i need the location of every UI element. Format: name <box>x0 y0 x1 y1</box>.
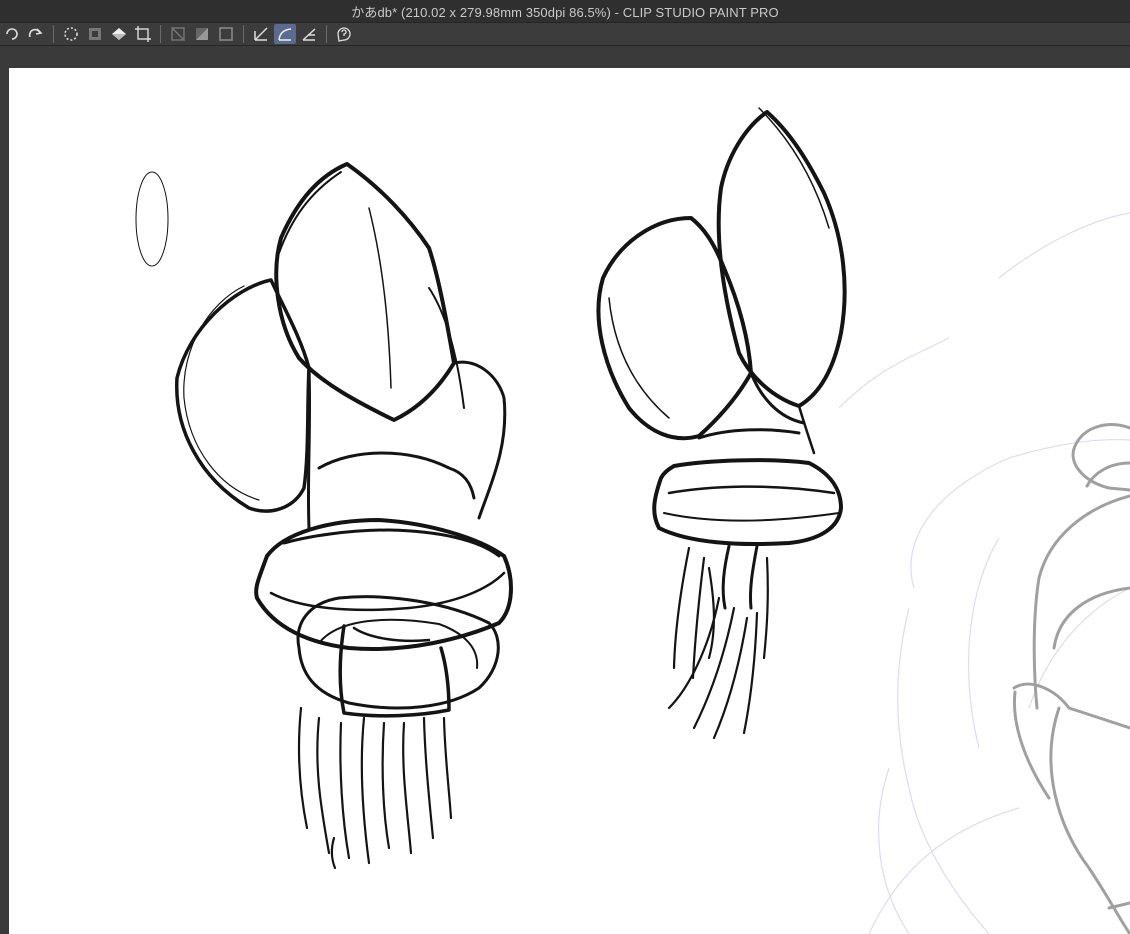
perspective-snap-icon <box>302 28 316 41</box>
command-toolbar <box>0 22 1130 46</box>
undo-button[interactable] <box>1 24 23 44</box>
clear-selection-icon <box>64 27 78 41</box>
curve-snap-icon <box>278 28 292 41</box>
toolbar-separator <box>326 25 327 43</box>
clear-layer-icon <box>171 27 185 41</box>
brush-cursor-icon <box>135 171 169 267</box>
clear-layer-button[interactable] <box>167 24 189 44</box>
toolbar-separator <box>160 25 161 43</box>
clear-selection-button[interactable] <box>60 24 82 44</box>
gray-figure-sketch <box>1012 423 1130 934</box>
transform-button[interactable] <box>132 24 154 44</box>
transform-icon <box>135 26 151 42</box>
border-icon <box>219 27 233 41</box>
curve-snap-button[interactable] <box>274 24 296 44</box>
window-title: かあdb* (210.02 x 279.98mm 350dpi 86.5%) -… <box>0 0 1130 22</box>
fill-button[interactable] <box>108 24 130 44</box>
border-button[interactable] <box>215 24 237 44</box>
drawing-canvas[interactable] <box>9 68 1130 934</box>
perspective-snap-button[interactable] <box>298 24 320 44</box>
redo-button[interactable] <box>25 24 47 44</box>
tone-icon <box>196 28 208 40</box>
help-button[interactable] <box>333 24 355 44</box>
left-hand-sketch <box>175 162 513 870</box>
invert-selection-icon <box>89 28 101 40</box>
ruler-snap-icon <box>254 27 268 41</box>
redo-icon <box>28 28 43 38</box>
invert-selection-button[interactable] <box>84 24 106 44</box>
tone-button[interactable] <box>191 24 213 44</box>
fill-icon <box>112 28 126 40</box>
sketch-artwork <box>135 107 1130 934</box>
undo-icon <box>6 28 18 40</box>
toolbar-separator <box>243 25 244 43</box>
help-icon <box>337 27 351 42</box>
ruler-snap-button[interactable] <box>250 24 272 44</box>
toolbar-separator <box>53 25 54 43</box>
right-hand-sketch <box>596 107 847 740</box>
lavender-background-sketch <box>838 212 1130 934</box>
